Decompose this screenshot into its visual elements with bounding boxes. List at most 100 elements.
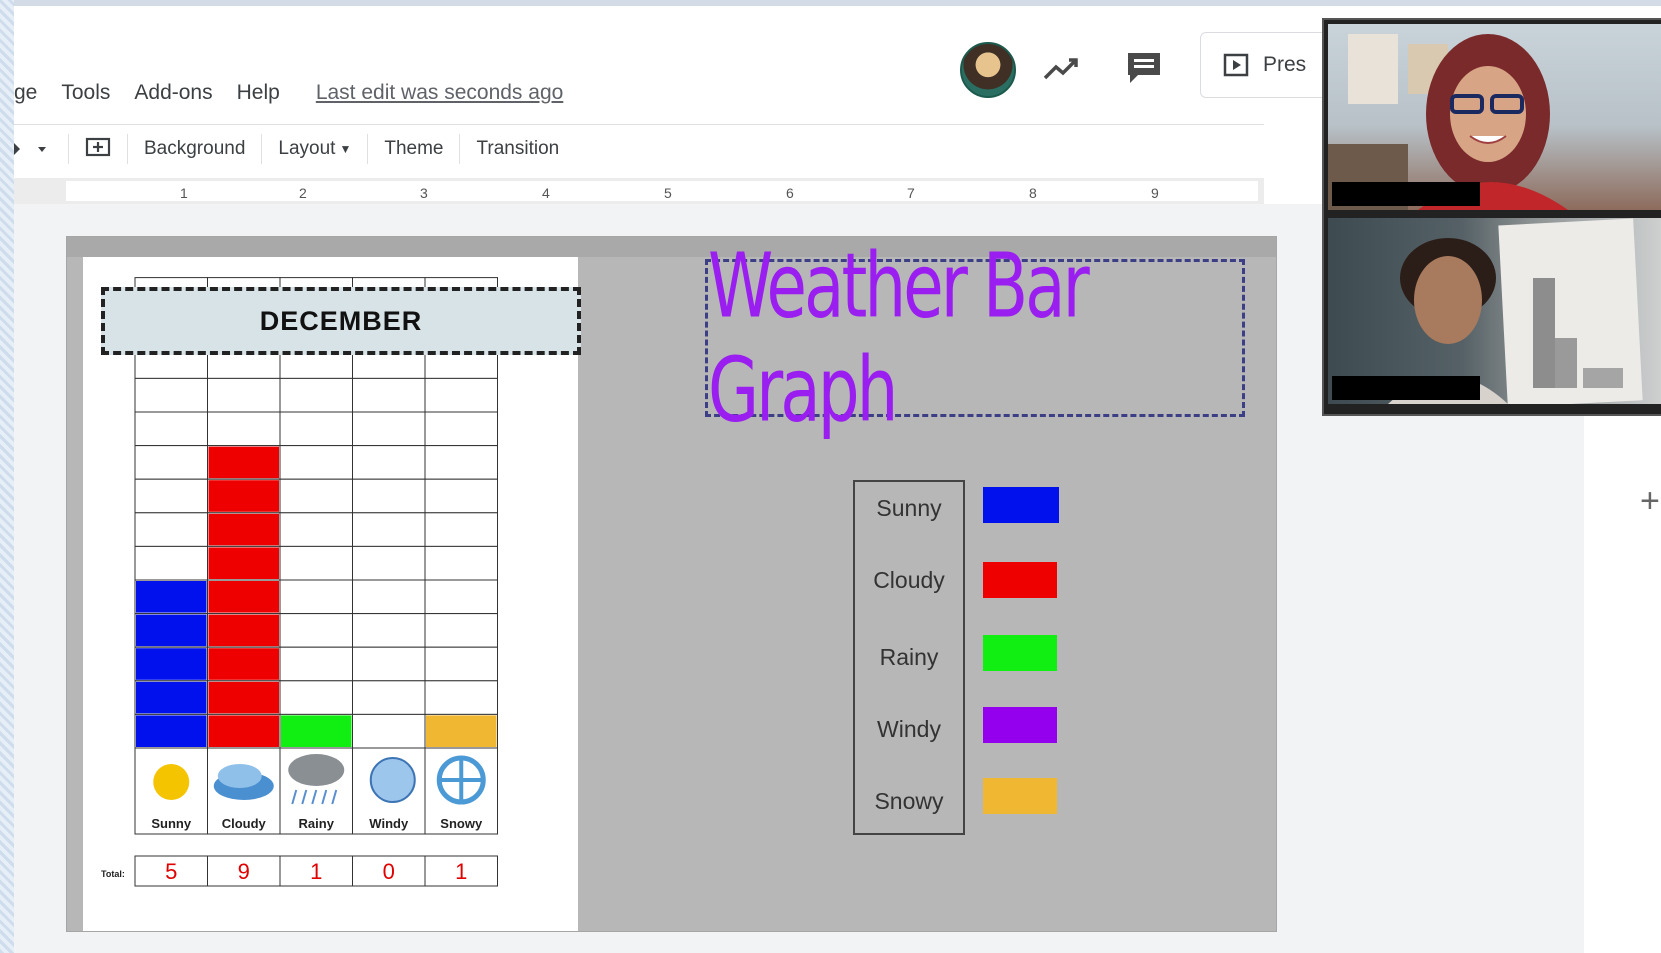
legend-label-rainy: Rainy [879,644,939,670]
bar-block-cloudy [208,581,279,613]
bar-block-cloudy [208,681,279,714]
bar-block-cloudy [208,715,279,747]
layout-label: Layout [278,138,336,159]
category-label: Windy [369,816,409,831]
grid-cell [279,512,353,547]
ruler-mark: 6 [786,185,794,201]
grid-cell [279,646,353,682]
participant-name-bar [1332,376,1480,400]
new-comment-button[interactable] [69,134,128,164]
grid-cell [207,411,281,447]
slide[interactable]: Sunny Cloudy Rainy Windy Snowy Total: 5 9 1 0 1 DE… [66,234,1277,932]
grid-cell [134,377,208,413]
grid-cell [424,545,498,581]
add-comment-icon [85,137,111,157]
menu-item-help[interactable]: Help [237,81,280,105]
title-textbox[interactable]: Weather Bar Graph [705,234,1245,442]
total-value: 1 [455,859,467,884]
grid-cell [352,512,426,547]
grid-cell [134,411,208,447]
month-title: DECEMBER [259,305,423,336]
participant-tile[interactable] [1328,218,1661,404]
chevron-down-icon: ▼ [339,142,352,156]
bar-block-rainy [281,715,352,747]
grid-cell [134,445,208,480]
grid-cell [279,411,353,447]
bar-block-sunny [136,648,207,680]
grid-cell [352,411,426,447]
bar-graph: Sunny Cloudy Rainy Windy Snowy Total: 5 9 1 0 1 [101,277,498,887]
category-label: Rainy [299,816,335,831]
select-arrow-icon [14,143,46,155]
grid-cell [424,411,498,447]
grid-cell [424,680,498,715]
horizontal-ruler[interactable]: 1 2 3 4 5 6 7 8 9 [14,178,1264,204]
legend-swatch-windy[interactable] [983,707,1057,743]
legend-swatch-snowy[interactable] [983,778,1057,814]
wind-icon [369,757,416,803]
window-left-strip [0,0,14,953]
ruler-mark: 2 [299,185,307,201]
present-button[interactable]: Pres [1200,32,1332,98]
grid-cell [279,445,353,480]
grid-cell [279,545,353,581]
menu-item-addons[interactable]: Add-ons [134,81,212,105]
background-button[interactable]: Background [128,134,263,164]
bar-block-sunny [136,715,207,747]
slide-title: Weather Bar Graph [708,234,1090,442]
bar-block-cloudy [208,614,279,647]
toolbar: Background Layout ▼ Theme Transition [14,124,1264,173]
video-call-panel[interactable] [1322,18,1661,416]
legend-swatch-rainy[interactable] [983,635,1057,671]
layout-button[interactable]: Layout ▼ [262,134,369,164]
slides-editor: ge Tools Add-ons Help Last edit was seco… [14,6,1661,953]
legend-swatch-cloudy[interactable] [983,562,1057,598]
legend-label-windy: Windy [877,716,941,742]
rain-icon [288,754,345,786]
grid-cell [134,478,208,514]
total-value: 5 [165,859,177,884]
ruler-mark: 9 [1151,185,1159,201]
grid-cell [279,579,353,615]
plus-icon[interactable]: + [1640,482,1660,521]
category-label: Cloudy [222,816,267,831]
bar-block-sunny [136,581,207,613]
present-label: Pres [1263,53,1307,76]
grid-cell [279,613,353,648]
transition-button[interactable]: Transition [460,134,575,164]
total-value: 0 [383,859,395,884]
avatar[interactable] [960,42,1016,98]
ruler-mark: 5 [664,185,672,201]
bar-block-cloudy [208,547,279,579]
comment-icon[interactable] [1124,50,1164,86]
ruler-mark: 1 [180,185,188,201]
menu-bar: ge Tools Add-ons Help Last edit was seco… [14,76,563,110]
grid-cell [352,445,426,480]
grid-cell [352,579,426,615]
legend-swatch-sunny[interactable] [983,487,1059,523]
select-tool-dropdown[interactable] [14,134,69,164]
grid-cell [424,445,498,480]
category-label: Sunny [151,816,191,831]
grid-cell [352,377,426,413]
grid-cell [352,713,426,749]
bar-block-cloudy [208,513,279,546]
month-header[interactable]: DECEMBER [101,287,581,355]
grid-cell [134,545,208,581]
trending-up-icon[interactable] [1042,54,1082,84]
category-label: Snowy [440,816,483,831]
menu-item-tools[interactable]: Tools [61,81,110,105]
participant-tile[interactable] [1328,24,1661,210]
theme-button[interactable]: Theme [368,134,461,164]
participant-name-bar [1332,182,1480,206]
grid-cell [279,680,353,715]
menu-item-arrange[interactable]: ge [14,81,37,105]
bar-graph-worksheet[interactable]: Sunny Cloudy Rainy Windy Snowy Total: 5 9 1 0 1 DE… [83,257,581,931]
legend-label-snowy: Snowy [874,788,944,814]
total-value: 1 [310,859,322,884]
bar-block-cloudy [208,648,279,680]
total-value: 9 [238,859,250,884]
grid-cell [279,478,353,514]
grid-cell [424,478,498,514]
last-edit-link[interactable]: Last edit was seconds ago [316,81,564,105]
